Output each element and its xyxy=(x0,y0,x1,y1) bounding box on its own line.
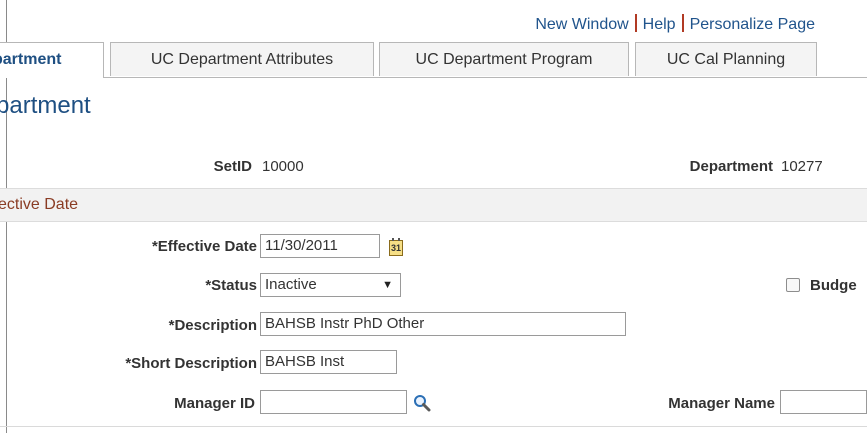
header-links: New Window Help Personalize Page xyxy=(535,14,815,34)
tab-uc-cal-planning[interactable]: UC Cal Planning xyxy=(635,42,817,76)
calendar-icon[interactable]: 31 xyxy=(389,238,403,256)
tab-uc-department-attributes[interactable]: UC Department Attributes xyxy=(110,42,374,76)
dropdown-arrow-icon: ▼ xyxy=(382,279,393,291)
description-label: *Description xyxy=(168,317,257,334)
link-separator xyxy=(681,14,684,32)
bottom-divider xyxy=(0,426,867,427)
manager-name-label: Manager Name xyxy=(668,395,775,412)
section-title: ective Date xyxy=(0,196,79,213)
department-value: 10277 xyxy=(781,158,823,175)
manager-id-input[interactable] xyxy=(260,390,407,414)
new-window-link[interactable]: New Window xyxy=(535,16,628,33)
manager-id-label: Manager ID xyxy=(174,395,255,412)
short-description-label: *Short Description xyxy=(125,355,257,372)
help-link[interactable]: Help xyxy=(643,16,676,33)
department-label: Department xyxy=(689,158,773,175)
tab-uc-cal-planning-label: UC Cal Planning xyxy=(666,51,786,68)
budget-checkbox[interactable] xyxy=(786,278,800,292)
link-separator xyxy=(634,14,637,32)
setid-value: 10000 xyxy=(262,158,304,175)
personalize-page-link[interactable]: Personalize Page xyxy=(690,16,815,33)
effective-date-label: *Effective Date xyxy=(151,238,257,255)
tab-bar: partment UC Department Attributes UC Dep… xyxy=(0,42,867,78)
description-input[interactable]: BAHSB Instr PhD Other xyxy=(260,312,626,336)
tab-uc-department-program[interactable]: UC Department Program xyxy=(379,42,629,76)
tab-uc-department-program-label: UC Department Program xyxy=(415,51,593,68)
tab-uc-department-attributes-label: UC Department Attributes xyxy=(150,51,334,68)
manager-name-input[interactable] xyxy=(780,390,867,414)
effective-date-input[interactable]: 11/30/2011 xyxy=(260,234,380,258)
tab-baseline xyxy=(0,77,867,78)
status-label: *Status xyxy=(205,277,257,294)
setid-label: SetID xyxy=(213,158,252,175)
status-selected-value: Inactive xyxy=(265,276,317,293)
short-description-input[interactable]: BAHSB Inst xyxy=(260,350,397,374)
status-select[interactable]: Inactive ▼ xyxy=(260,273,401,297)
tab-department[interactable]: partment xyxy=(0,42,104,78)
effective-date-section-header: ective Date xyxy=(0,188,867,222)
tab-department-label: partment xyxy=(0,51,62,68)
lookup-magnifier-icon[interactable] xyxy=(413,394,431,412)
budget-checkbox-label: Budge xyxy=(810,277,857,294)
page-title: partment xyxy=(0,92,91,119)
